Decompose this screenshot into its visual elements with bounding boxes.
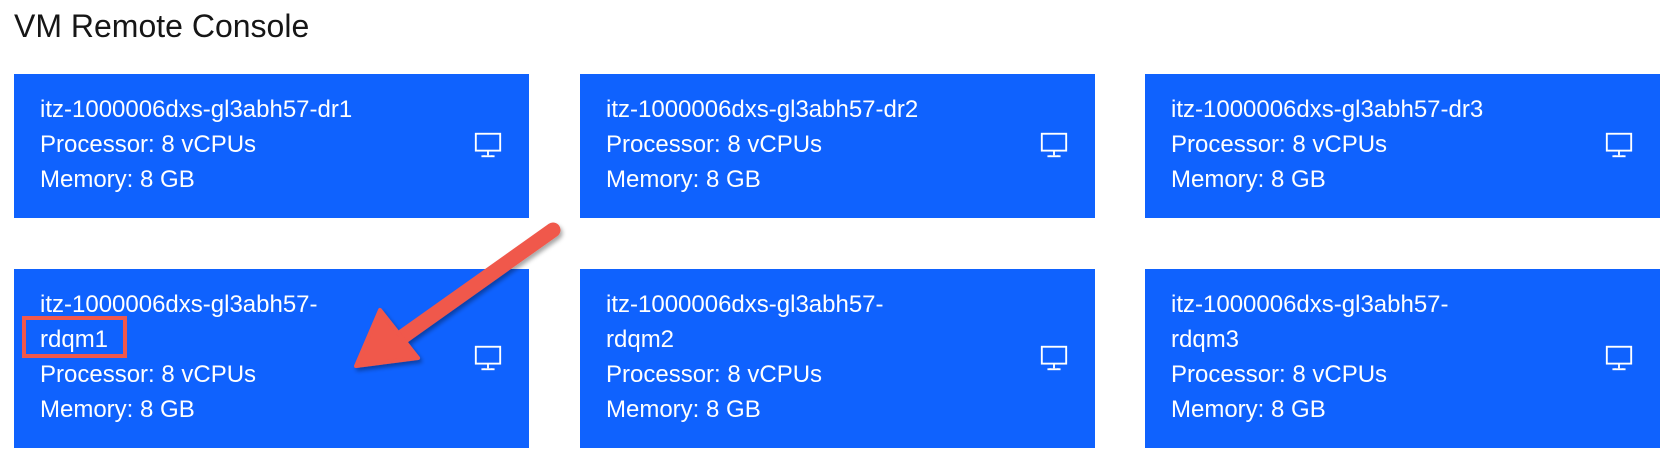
vm-tile-dr1[interactable]: itz-1000006dxs-gl3abh57-dr1 Processor: 8…: [14, 74, 529, 218]
monitor-icon: [1040, 132, 1068, 158]
vm-name-suffix: rdqm2: [606, 326, 675, 353]
vm-memory: Memory: 8 GB: [606, 166, 761, 193]
vm-name: itz-1000006dxs-gl3abh57-dr2: [606, 96, 919, 123]
monitor-icon: [1040, 345, 1068, 371]
vm-processor: Processor: 8 vCPUs: [40, 131, 257, 158]
vm-processor: Processor: 8 vCPUs: [40, 361, 257, 388]
vm-processor: Processor: 8 vCPUs: [606, 131, 823, 158]
vm-processor: Processor: 8 vCPUs: [606, 361, 823, 388]
vm-remote-console-page: VM Remote Console itz-1000006dxs-gl3abh5…: [0, 0, 1674, 470]
vm-name: itz-1000006dxs-gl3abh57-dr3: [1171, 96, 1484, 123]
vm-name: itz-1000006dxs-gl3abh57-: [40, 291, 318, 318]
page-title: VM Remote Console: [14, 8, 310, 44]
vm-memory: Memory: 8 GB: [606, 396, 761, 423]
vm-memory: Memory: 8 GB: [1171, 396, 1326, 423]
vm-processor: Processor: 8 vCPUs: [1171, 361, 1388, 388]
vm-tile-rdqm1[interactable]: itz-1000006dxs-gl3abh57- rdqm1 Processor…: [14, 269, 529, 448]
vm-memory: Memory: 8 GB: [40, 166, 195, 193]
vm-name: itz-1000006dxs-gl3abh57-: [606, 291, 884, 318]
vm-tile-dr2[interactable]: itz-1000006dxs-gl3abh57-dr2 Processor: 8…: [580, 74, 1095, 218]
vm-tile-rdqm3[interactable]: itz-1000006dxs-gl3abh57- rdqm3 Processor…: [1145, 269, 1660, 448]
vm-name-suffix: rdqm3: [1171, 326, 1240, 353]
vm-name: itz-1000006dxs-gl3abh57-: [1171, 291, 1449, 318]
vm-memory: Memory: 8 GB: [40, 396, 195, 423]
monitor-icon: [474, 345, 502, 371]
vm-processor: Processor: 8 vCPUs: [1171, 131, 1388, 158]
vm-memory: Memory: 8 GB: [1171, 166, 1326, 193]
vm-name-suffix: rdqm1: [40, 326, 109, 353]
monitor-icon: [1605, 132, 1633, 158]
monitor-icon: [474, 132, 502, 158]
vm-tile-dr3[interactable]: itz-1000006dxs-gl3abh57-dr3 Processor: 8…: [1145, 74, 1660, 218]
monitor-icon: [1605, 345, 1633, 371]
vm-tile-rdqm2[interactable]: itz-1000006dxs-gl3abh57- rdqm2 Processor…: [580, 269, 1095, 448]
vm-name: itz-1000006dxs-gl3abh57-dr1: [40, 96, 353, 123]
